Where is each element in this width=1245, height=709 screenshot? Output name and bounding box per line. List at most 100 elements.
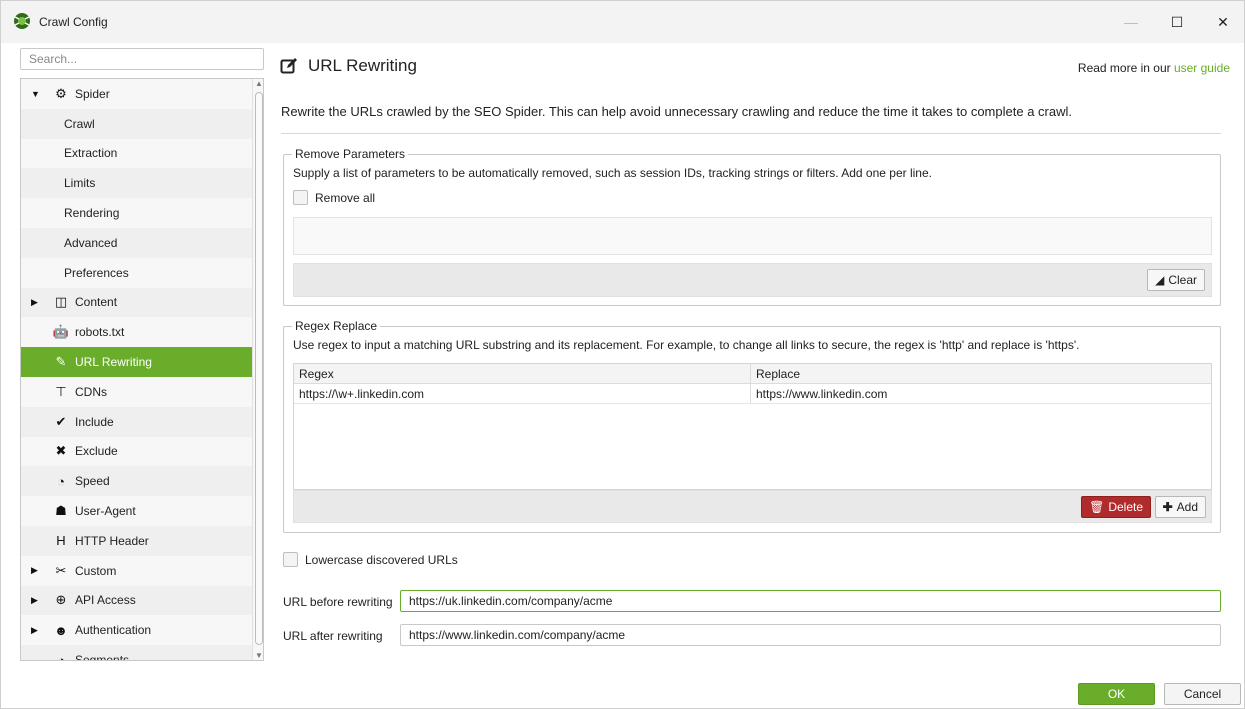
sidebar-item-user-agent[interactable]: ☗ User-Agent [21,496,252,526]
sidebar-item-segments[interactable]: ◕ Segments [21,645,252,660]
clear-label: Clear [1168,273,1197,287]
user-lock-icon: ☻ [54,622,68,638]
chevron-right-icon[interactable]: ▶ [31,565,38,576]
tools-icon: ✂ [55,562,67,578]
sidebar-item-extraction[interactable]: Extraction [21,139,252,169]
sidebar-list: ▼ ⚙ Spider Crawl Extraction Limits Rendering Ad… [21,79,252,660]
trash-icon: 🗑 [1089,500,1105,514]
sidebar-item-label: Extraction [64,146,118,161]
remove-all-label: Remove all [315,190,376,205]
lowercase-label: Lowercase discovered URLs [305,552,458,567]
regex-cell[interactable]: https://\w+.linkedin.com [294,384,751,403]
replace-cell[interactable]: https://www.linkedin.com [751,384,1211,403]
sidebar-scrollbar[interactable]: ▲ ▼ [252,79,263,660]
sidebar-item-include[interactable]: ✔ Include [21,406,252,437]
edit-icon: ✎ [55,354,67,370]
lowercase-checkbox[interactable] [283,552,298,567]
table-row[interactable]: https://\w+.linkedin.com https://www.lin… [294,384,1211,404]
speedometer-icon: ◔ [57,473,65,489]
sidebar-item-speed[interactable]: ◔ Speed [21,466,252,497]
plus-icon: ✚ [1162,500,1173,514]
sidebar-item-label: Authentication [75,623,152,638]
minimize-button[interactable]: — [1108,1,1154,43]
sidebar-item-http-header[interactable]: H HTTP Header [21,525,252,556]
header-icon: H [56,533,66,549]
sidebar-item-label: URL Rewriting [75,355,152,370]
sidebar-item-rendering[interactable]: Rendering [21,198,252,228]
delete-label: Delete [1108,500,1143,514]
gear-icon: ⚙ [55,85,67,101]
parameters-toolbar: ◢ Clear [293,263,1212,297]
sidebar-item-cdns[interactable]: ⊤ CDNs [21,377,252,407]
clear-button[interactable]: ◢ Clear [1147,269,1205,291]
read-more-text: Read more in our [1077,61,1174,75]
read-more: Read more in our user guide [1078,61,1230,75]
delete-button[interactable]: 🗑 Delete [1081,496,1151,518]
sidebar-item-label: Crawl [64,116,95,131]
eraser-icon: ◢ [1155,273,1165,287]
chevron-right-icon[interactable]: ▶ [31,595,38,606]
search-input[interactable] [20,48,264,70]
sidebar-item-exclude[interactable]: ✖ Exclude [21,437,252,467]
scroll-down-icon[interactable]: ▼ [255,651,263,660]
sidebar-item-label: Spider [75,86,110,101]
close-button[interactable]: ✕ [1200,1,1245,43]
chevron-down-icon[interactable]: ▼ [31,89,40,99]
sidebar-item-authentication[interactable]: ▶ ☻ Authentication [21,615,252,645]
chevron-right-icon[interactable]: ▶ [31,297,38,308]
url-before-input[interactable] [400,590,1221,612]
remove-parameters-description: Supply a list of parameters to be automa… [293,166,932,180]
sidebar-item-label: Advanced [64,235,118,250]
app-spider-icon [14,13,30,29]
sidebar-item-crawl[interactable]: Crawl [21,108,252,139]
lowercase-row[interactable]: Lowercase discovered URLs [283,552,458,567]
remove-all-checkbox[interactable] [293,190,308,205]
regex-replace-description: Use regex to input a matching URL substr… [293,338,1080,352]
sidebar-item-label: Preferences [64,265,129,280]
chevron-right-icon[interactable]: ▶ [31,625,38,636]
regex-table: Regex Replace https://\w+.linkedin.com h… [293,363,1212,490]
user-secret-icon: ☗ [55,503,67,519]
sidebar-item-label: HTTP Header [75,533,149,548]
cancel-button[interactable]: Cancel [1164,683,1241,705]
sidebar-item-label: Content [75,295,118,310]
divider [281,133,1221,134]
sidebar-item-url-rewriting[interactable]: ✎ URL Rewriting [21,347,252,377]
sidebar-item-preferences[interactable]: Preferences [21,258,252,288]
sidebar-item-api-access[interactable]: ▶ ⊕ API Access [21,585,252,616]
scroll-up-icon[interactable]: ▲ [255,79,263,88]
remove-parameters-group: Remove Parameters Supply a list of param… [283,147,1221,306]
column-header-replace[interactable]: Replace [751,364,1211,383]
sidebar-item-spider[interactable]: ▼ ⚙ Spider [21,79,252,109]
globe-icon: ⊕ [55,592,67,608]
sidebar-item-label: Include [75,414,114,429]
sidebar-item-label: Limits [64,176,96,191]
sidebar-nav: ▼ ⚙ Spider Crawl Extraction Limits Rendering Ad… [20,78,264,661]
maximize-button[interactable]: ☐ [1154,1,1200,43]
column-header-regex[interactable]: Regex [294,364,751,383]
parameters-textarea[interactable] [293,217,1212,255]
remove-all-row[interactable]: Remove all [293,190,375,205]
crawl-config-window: Crawl Config — ☐ ✕ ▼ ⚙ Spider Crawl Extracti… [0,0,1245,709]
sidebar-item-robots-txt[interactable]: 🤖 robots.txt [21,317,252,347]
edit-icon [280,58,297,74]
sidebar-item-limits[interactable]: Limits [21,168,252,199]
add-button[interactable]: ✚ Add [1154,496,1206,518]
user-guide-link[interactable]: user guide [1174,61,1230,75]
table-header: Regex Replace [294,364,1211,384]
sidebar-item-content[interactable]: ▶ ◫ Content [21,287,252,318]
add-label: Add [1176,500,1198,514]
url-after-input[interactable] [400,624,1221,646]
sidebar-item-custom[interactable]: ▶ ✂ Custom [21,556,252,586]
url-before-label: URL before rewriting [283,595,393,609]
times-circle-icon: ✖ [55,443,67,459]
scroll-thumb[interactable] [255,92,263,645]
sidebar-item-advanced[interactable]: Advanced [21,227,252,258]
remove-parameters-legend: Remove Parameters [292,147,409,161]
window-title: Crawl Config [39,15,108,29]
page-title: URL Rewriting [280,56,417,76]
regex-replace-legend: Regex Replace [292,319,381,333]
ok-button[interactable]: OK [1078,683,1155,705]
sidebar-item-label: CDNs [75,384,107,399]
regex-toolbar: 🗑 Delete ✚ Add [293,490,1212,523]
